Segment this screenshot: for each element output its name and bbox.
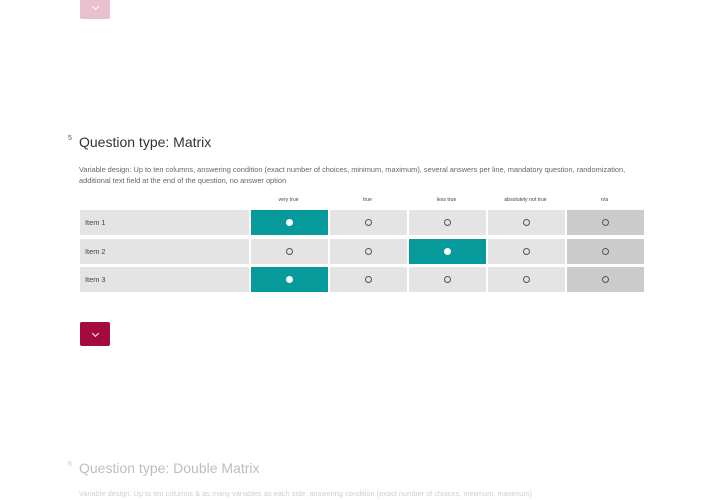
column-label-absolutely-not-true: absolutely not true bbox=[504, 197, 547, 203]
radio-button[interactable] bbox=[602, 219, 609, 226]
matrix-header: very true true less true absolutely not … bbox=[249, 197, 644, 203]
column-label-true: true bbox=[363, 197, 372, 203]
radio-button[interactable] bbox=[444, 248, 451, 255]
radio-button[interactable] bbox=[602, 248, 609, 255]
radio-button[interactable] bbox=[602, 276, 609, 283]
radio-cell[interactable] bbox=[330, 239, 407, 264]
radio-cell[interactable] bbox=[488, 210, 565, 235]
radio-cell[interactable] bbox=[488, 239, 565, 264]
chevron-down-icon bbox=[91, 329, 99, 337]
question-description: Variable design: Up to ten columns & as … bbox=[79, 489, 532, 498]
question-5: 5 Question type: Matrix Variable design:… bbox=[68, 134, 644, 186]
radio-cell[interactable] bbox=[251, 267, 328, 292]
column-label-na: n/a bbox=[600, 197, 609, 203]
row-label: Item 1 bbox=[80, 210, 249, 235]
radio-button[interactable] bbox=[523, 248, 530, 255]
radio-button[interactable] bbox=[444, 276, 451, 283]
question-number: 5 bbox=[68, 135, 72, 142]
row-label: Item 2 bbox=[80, 239, 249, 264]
row-label: Item 3 bbox=[80, 267, 249, 292]
radio-button[interactable] bbox=[365, 276, 372, 283]
radio-cell-na[interactable] bbox=[567, 239, 644, 264]
question-number: 6 bbox=[68, 461, 72, 468]
matrix-row-item-3: Item 3 bbox=[80, 267, 644, 292]
previous-question-button[interactable] bbox=[80, 0, 110, 19]
radio-cell[interactable] bbox=[251, 239, 328, 264]
radio-cell[interactable] bbox=[488, 267, 565, 292]
radio-button[interactable] bbox=[365, 219, 372, 226]
matrix-row-item-1: Item 1 bbox=[80, 210, 644, 235]
column-label-less-true: less true bbox=[436, 197, 457, 203]
radio-button[interactable] bbox=[286, 248, 293, 255]
radio-cell[interactable] bbox=[251, 210, 328, 235]
radio-cell[interactable] bbox=[409, 210, 486, 235]
question-title: Question type: Double Matrix bbox=[79, 460, 260, 476]
radio-cell[interactable] bbox=[330, 267, 407, 292]
radio-cell-na[interactable] bbox=[567, 210, 644, 235]
matrix-row-item-2: Item 2 bbox=[80, 239, 644, 264]
column-label-very-true: very true bbox=[278, 197, 299, 203]
radio-button[interactable] bbox=[286, 219, 293, 226]
radio-cell-na[interactable] bbox=[567, 267, 644, 292]
radio-cell[interactable] bbox=[330, 210, 407, 235]
radio-button[interactable] bbox=[523, 219, 530, 226]
radio-cell[interactable] bbox=[409, 267, 486, 292]
chevron-down-icon bbox=[91, 2, 99, 11]
question-6: 6 Question type: Double Matrix Variable … bbox=[68, 460, 644, 499]
question-description: Variable design: Up to ten columns, answ… bbox=[79, 165, 626, 185]
radio-button[interactable] bbox=[286, 276, 293, 283]
radio-cell[interactable] bbox=[409, 239, 486, 264]
next-question-button[interactable] bbox=[80, 322, 110, 346]
radio-button[interactable] bbox=[444, 219, 451, 226]
question-title: Question type: Matrix bbox=[79, 134, 212, 150]
radio-button[interactable] bbox=[365, 248, 372, 255]
radio-button[interactable] bbox=[523, 276, 530, 283]
